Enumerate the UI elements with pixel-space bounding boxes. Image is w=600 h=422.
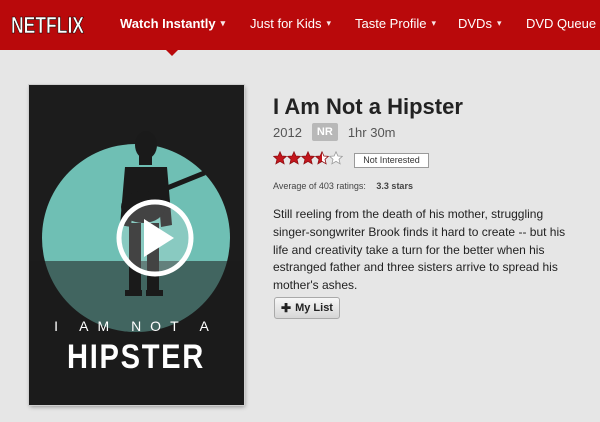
star-icon[interactable] [273, 151, 287, 165]
maturity-rating-badge: NR [311, 123, 338, 141]
average-rating-text: Average of 403 ratings: [273, 181, 366, 191]
duration: 1hr 30m [347, 124, 396, 140]
chevron-down-icon: ▾ [431, 18, 437, 28]
nav-label: Just for Kids [250, 16, 322, 31]
nav-taste-profile[interactable]: Taste Profile ▾ [355, 16, 436, 31]
star-rating[interactable] [273, 151, 343, 165]
chevron-down-icon: ▾ [326, 18, 332, 28]
poster-line1: I AM NOT A [54, 318, 218, 334]
movie-poster[interactable]: I AM NOT A HIPSTER [29, 85, 244, 405]
chevron-down-icon: ▾ [220, 18, 226, 28]
nav-dvd-queue[interactable]: DVD Queue [526, 16, 596, 31]
svg-text:NETFLIX: NETFLIX [11, 12, 84, 38]
top-nav-bar: NETFLIX Watch Instantly ▾ Just for Kids … [0, 0, 600, 50]
release-year: 2012 [273, 124, 302, 140]
movie-meta: 2012 NR 1hr 30m [273, 122, 396, 142]
nav-dvds[interactable]: DVDs ▾ [458, 16, 501, 31]
not-interested-button[interactable]: Not Interested [354, 153, 429, 168]
average-rating-value: 3.3 stars [376, 181, 413, 191]
star-icon[interactable] [287, 151, 301, 165]
star-icon[interactable] [329, 151, 343, 165]
my-list-label: My List [295, 302, 333, 314]
nav-label: DVD Queue [526, 16, 597, 31]
star-icon[interactable] [315, 151, 329, 165]
nav-watch-instantly[interactable]: Watch Instantly ▾ [120, 16, 225, 31]
chevron-down-icon: ▾ [496, 18, 502, 28]
movie-title: I Am Not a Hipster [273, 94, 463, 119]
active-nav-pointer [166, 50, 178, 56]
average-rating: Average of 403 ratings: 3.3 stars [273, 181, 413, 191]
plus-icon: ✚ [281, 301, 292, 315]
play-icon[interactable] [116, 199, 194, 277]
poster-line2: HIPSTER [67, 338, 205, 376]
nav-label: Watch Instantly [120, 16, 216, 31]
synopsis: Still reeling from the death of his moth… [273, 207, 566, 293]
nav-just-for-kids[interactable]: Just for Kids ▾ [250, 16, 331, 31]
nav-label: DVDs [458, 16, 492, 31]
star-icon[interactable] [301, 151, 315, 165]
add-to-my-list-button[interactable]: ✚ My List [274, 297, 340, 319]
nav-label: Taste Profile [355, 16, 427, 31]
netflix-logo[interactable]: NETFLIX [10, 10, 85, 39]
